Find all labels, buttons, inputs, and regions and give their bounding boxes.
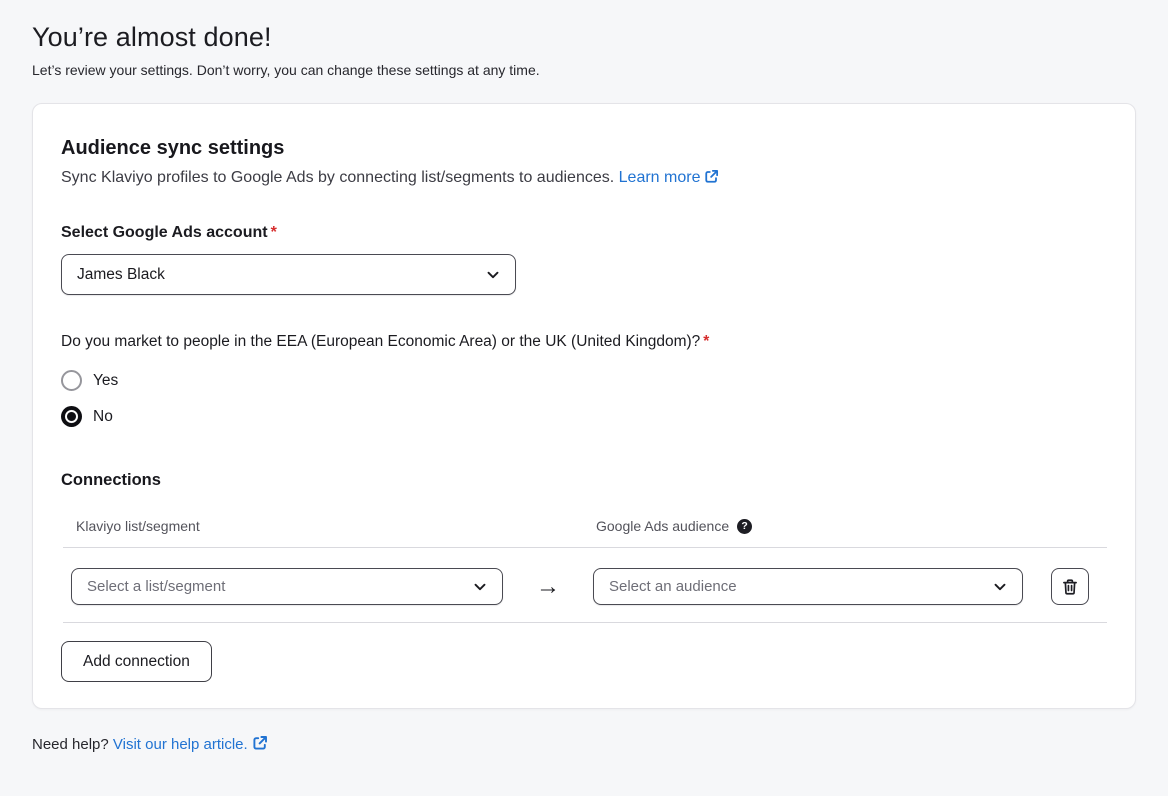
connections-heading: Connections — [61, 471, 1107, 490]
connection-row: Select a list/segment → Select an audien… — [63, 548, 1107, 622]
audience-select[interactable]: Select an audience — [593, 568, 1023, 605]
delete-connection-button[interactable] — [1051, 568, 1089, 605]
required-marker: * — [271, 224, 277, 241]
learn-more-link[interactable]: Learn more — [619, 169, 720, 186]
card-description: Sync Klaviyo profiles to Google Ads by c… — [61, 169, 1107, 187]
learn-more-label: Learn more — [619, 169, 701, 186]
table-divider-bottom — [63, 622, 1107, 623]
external-link-icon — [704, 169, 719, 184]
help-icon[interactable]: ? — [737, 519, 752, 534]
column-header-google-audience-text: Google Ads audience — [596, 518, 729, 534]
audience-placeholder: Select an audience — [609, 578, 737, 595]
help-article-link[interactable]: Visit our help article. — [113, 736, 268, 753]
chevron-down-icon — [992, 579, 1008, 595]
account-select-label-text: Select Google Ads account — [61, 224, 268, 241]
page-subtitle: Let’s review your settings. Don’t worry,… — [32, 62, 1136, 78]
list-segment-placeholder: Select a list/segment — [87, 578, 225, 595]
radio-option-yes[interactable]: Yes — [61, 370, 118, 391]
external-link-icon — [252, 735, 268, 751]
connections-table: Klaviyo list/segment Google Ads audience… — [63, 518, 1107, 623]
help-article-label: Visit our help article. — [113, 736, 248, 753]
need-help-text: Need help? — [32, 736, 109, 753]
column-header-klaviyo-list: Klaviyo list/segment — [76, 518, 596, 534]
radio-option-no-label: No — [93, 408, 113, 426]
radio-option-no[interactable]: No — [61, 406, 113, 427]
add-connection-button[interactable]: Add connection — [61, 641, 212, 682]
help-footer: Need help? Visit our help article. — [32, 735, 1136, 753]
account-select-label: Select Google Ads account* — [61, 224, 1107, 242]
page-title: You’re almost done! — [32, 22, 1136, 53]
eea-question-text: Do you market to people in the EEA (Euro… — [61, 333, 700, 350]
audience-sync-settings-card: Audience sync settings Sync Klaviyo prof… — [32, 103, 1136, 709]
card-description-text: Sync Klaviyo profiles to Google Ads by c… — [61, 169, 614, 186]
google-ads-account-select[interactable]: James Black — [61, 254, 516, 295]
eea-radio-group: Yes No — [61, 370, 1107, 427]
chevron-down-icon — [485, 267, 501, 283]
eea-question-label: Do you market to people in the EEA (Euro… — [61, 333, 1107, 351]
chevron-down-icon — [472, 579, 488, 595]
card-heading: Audience sync settings — [61, 137, 1107, 160]
required-marker: * — [703, 333, 709, 350]
radio-option-yes-label: Yes — [93, 372, 118, 390]
trash-icon — [1061, 578, 1079, 596]
radio-selected-icon — [61, 406, 82, 427]
connections-table-header: Klaviyo list/segment Google Ads audience… — [63, 518, 1107, 547]
list-segment-select[interactable]: Select a list/segment — [71, 568, 503, 605]
page: You’re almost done! Let’s review your se… — [0, 0, 1168, 783]
arrow-right-icon: → — [503, 575, 593, 599]
account-select-value: James Black — [77, 266, 165, 284]
radio-unselected-icon — [61, 370, 82, 391]
column-header-google-audience: Google Ads audience ? — [596, 518, 752, 534]
